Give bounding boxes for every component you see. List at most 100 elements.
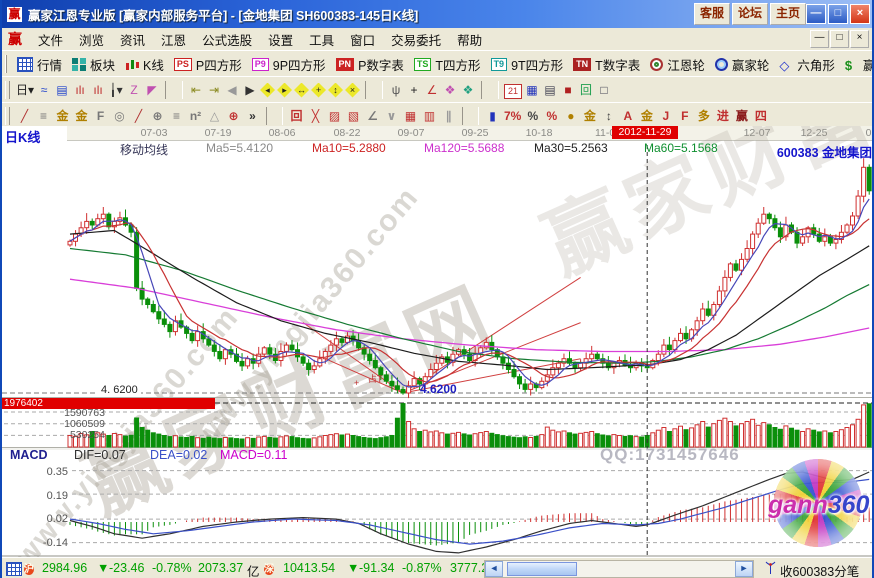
menu-item[interactable]: 交易委托 — [383, 30, 449, 49]
draw-tool-icon[interactable]: △ — [207, 108, 222, 125]
minimize-button[interactable]: — — [806, 4, 826, 24]
draw-tool-icon[interactable]: ≡ — [36, 108, 51, 125]
draw-tool-icon[interactable]: ⊕ — [226, 108, 241, 125]
toolbar-button[interactable]: T9 9T四方形 — [486, 55, 569, 74]
toolbar-button[interactable]: P9 9P四方形 — [247, 55, 331, 74]
draw-tool-icon[interactable]: 回 — [289, 108, 304, 125]
menu-item[interactable]: 工具 — [301, 30, 342, 49]
draw-tool-icon[interactable]: 金 — [55, 108, 70, 125]
draw-tool-icon[interactable]: » — [245, 108, 260, 125]
draw-tool-icon[interactable]: A — [620, 108, 635, 125]
draw-tool-icon[interactable]: % — [525, 108, 540, 125]
toolbar-button[interactable]: 赢家轮 — [710, 55, 775, 74]
tool-icon[interactable]: ❖ — [460, 82, 476, 99]
draw-tool-icon[interactable]: ▥ — [422, 108, 437, 125]
tool-icon[interactable]: ▤ — [54, 82, 70, 99]
horizontal-scrollbar[interactable]: ◄ ► — [484, 560, 754, 578]
scroll-left-arrow[interactable]: ◄ — [485, 561, 503, 577]
toolbar-button[interactable]: TS T四方形 — [409, 55, 486, 74]
draw-tool-icon[interactable]: ▧ — [346, 108, 361, 125]
chart-area[interactable]: 赢家财富网 赢家财富网 www.yingjia360.com www.yingj… — [2, 126, 874, 557]
tool-icon[interactable] — [481, 81, 499, 99]
tool-icon[interactable]: ╽▾ — [108, 82, 124, 99]
draw-tool-icon[interactable] — [266, 107, 283, 125]
draw-tool-icon[interactable]: ↕ — [601, 108, 616, 125]
tool-icon[interactable]: ↕ — [328, 83, 343, 98]
title-button[interactable]: 客服 — [694, 3, 730, 25]
tool-icon[interactable]: ■ — [560, 82, 576, 99]
draw-tool-icon[interactable]: ╳ — [308, 108, 323, 125]
toolbar-grip[interactable] — [5, 107, 10, 125]
scroll-thumb[interactable] — [507, 562, 577, 576]
tool-icon[interactable]: + — [311, 83, 326, 98]
tool-icon[interactable]: ▦ — [524, 82, 540, 99]
draw-tool-icon[interactable]: ▦ — [403, 108, 418, 125]
tool-icon[interactable]: ◤ — [144, 82, 160, 99]
toolbar-button[interactable]: TN T数字表 — [568, 55, 645, 74]
maximize-button[interactable]: □ — [828, 4, 848, 24]
draw-tool-icon[interactable]: 金 — [74, 108, 89, 125]
tick-feed-label[interactable]: 收600383分笔 — [780, 561, 859, 578]
draw-tool-icon[interactable]: ≡ — [169, 108, 184, 125]
toolbar-button[interactable]: 赢家服务 — [840, 55, 874, 74]
tool-icon[interactable] — [165, 81, 183, 99]
menu-item[interactable]: 文件 — [30, 30, 71, 49]
menu-item[interactable]: 江恩 — [153, 30, 194, 49]
title-button[interactable]: 主页 — [770, 3, 806, 25]
draw-tool-icon[interactable]: ⊕ — [150, 108, 165, 125]
mdi-close-button[interactable]: × — [850, 30, 869, 48]
tool-icon[interactable]: ≈ — [36, 82, 52, 99]
tool-icon[interactable]: ⇤ — [188, 82, 204, 99]
tool-icon[interactable]: 日▾ — [16, 82, 34, 99]
menu-item[interactable]: 设置 — [260, 30, 301, 49]
mdi-minimize-button[interactable]: — — [810, 30, 829, 48]
menu-item[interactable]: 窗口 — [342, 30, 383, 49]
draw-tool-icon[interactable]: ▮ — [485, 108, 500, 125]
tool-icon[interactable]: ↔ — [294, 83, 309, 98]
draw-tool-icon[interactable]: ╱ — [17, 108, 32, 125]
toolbar-button[interactable]: PN P数字表 — [331, 55, 409, 74]
tool-icon[interactable]: ∠ — [424, 82, 440, 99]
menu-item[interactable]: 帮助 — [449, 30, 490, 49]
scroll-right-arrow[interactable]: ► — [735, 561, 753, 577]
draw-tool-icon[interactable]: 多 — [696, 108, 711, 125]
draw-tool-icon[interactable]: F — [677, 108, 692, 125]
draw-tool-icon[interactable]: 赢 — [734, 108, 749, 125]
toolbar-button[interactable]: 行情 — [12, 55, 67, 74]
tool-icon[interactable]: ▸ — [277, 83, 292, 98]
tool-icon[interactable]: 回 — [578, 82, 594, 99]
draw-tool-icon[interactable]: ● — [563, 108, 578, 125]
tool-icon[interactable]: ψ — [388, 82, 404, 99]
draw-tool-icon[interactable]: ∥ — [441, 108, 456, 125]
draw-tool-icon[interactable]: 金 — [639, 108, 654, 125]
toolbar-button[interactable]: 六角形 — [774, 55, 840, 74]
draw-tool-icon[interactable] — [462, 107, 479, 125]
close-button[interactable]: × — [850, 4, 870, 24]
toolbar-button[interactable]: 江恩轮 — [645, 55, 710, 74]
toolbar-button[interactable]: 板块 — [67, 55, 120, 74]
tool-icon[interactable]: ❖ — [442, 82, 458, 99]
menu-item[interactable]: 浏览 — [71, 30, 112, 49]
title-button[interactable]: 论坛 — [732, 3, 768, 25]
draw-tool-icon[interactable]: F — [93, 108, 108, 125]
draw-tool-icon[interactable]: J — [658, 108, 673, 125]
toolbar-grip[interactable] — [5, 81, 10, 99]
tool-icon[interactable]: ⇥ — [206, 82, 222, 99]
quote-grid-icon[interactable] — [6, 562, 22, 578]
tool-icon[interactable]: ◂ — [260, 83, 275, 98]
tool-icon[interactable]: 21 — [504, 84, 522, 99]
draw-tool-icon[interactable]: ◎ — [112, 108, 127, 125]
draw-tool-icon[interactable]: n² — [188, 108, 203, 125]
tool-icon[interactable]: ılı — [90, 82, 106, 99]
mdi-restore-button[interactable]: □ — [830, 30, 849, 48]
draw-tool-icon[interactable]: 四 — [753, 108, 768, 125]
tool-icon[interactable]: × — [345, 83, 360, 98]
draw-tool-icon[interactable]: ∠ — [365, 108, 380, 125]
draw-tool-icon[interactable]: ╱ — [131, 108, 146, 125]
draw-tool-icon[interactable]: % — [544, 108, 559, 125]
tool-icon[interactable] — [365, 81, 383, 99]
draw-tool-icon[interactable]: 7% — [504, 108, 521, 125]
tool-icon[interactable]: ▶ — [242, 82, 258, 99]
tool-icon[interactable]: + — [406, 82, 422, 99]
tool-icon[interactable]: Z — [126, 82, 142, 99]
